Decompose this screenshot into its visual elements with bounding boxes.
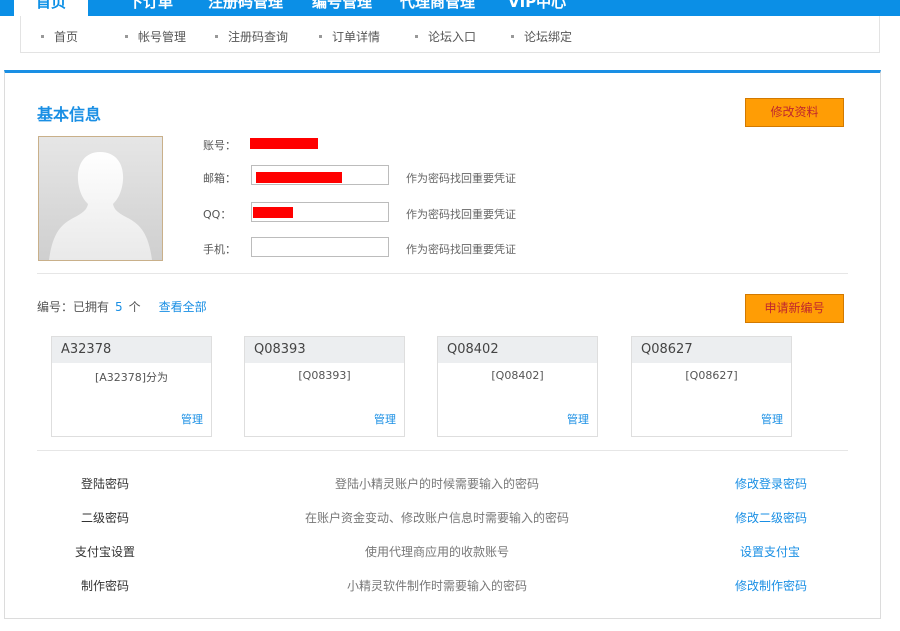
account-label: 账号： (203, 139, 236, 152)
user-silhouette-icon (49, 152, 152, 260)
bullet-icon (125, 35, 128, 38)
subnav-label: 首页 (54, 30, 79, 44)
number-card-desc: [Q08393] (298, 369, 351, 382)
password-row-make: 制作密码 小精灵软件制作时需要输入的密码 修改制作密码 (37, 577, 847, 599)
account-value-redacted (250, 138, 318, 149)
subnav-label: 订单详情 (332, 30, 381, 44)
section-title-basic-info: 基本信息 (37, 105, 102, 124)
password-row-desc: 使用代理商应用的收款账号 (364, 545, 509, 559)
password-row-desc: 登陆小精灵账户的时候需要输入的密码 (334, 477, 539, 491)
password-row-secondary: 二级密码 在账户资金变动、修改账户信息时需要输入的密码 修改二级密码 (37, 509, 847, 531)
number-card-id: Q08402 (438, 337, 597, 363)
password-row-desc: 在账户资金变动、修改账户信息时需要输入的密码 (304, 511, 569, 525)
number-card-id: A32378 (52, 337, 211, 363)
number-card-desc: [Q08627] (685, 369, 738, 382)
set-alipay-link[interactable]: 设置支付宝 (740, 543, 800, 560)
number-card-desc: [A32378]分为 (94, 371, 169, 384)
view-all-link[interactable]: 查看全部 (159, 300, 207, 314)
bullet-icon (415, 35, 418, 38)
password-row-name: 制作密码 (81, 579, 130, 593)
top-tab-vip-center[interactable]: VIP中心 (508, 0, 566, 16)
subnav-item-account[interactable]: 帐号管理 (125, 28, 186, 45)
top-tab-home[interactable]: 首页 (14, 0, 89, 16)
bullet-icon (41, 35, 44, 38)
subnav-item-regcode-query[interactable]: 注册码查询 (215, 28, 288, 45)
phone-label: 手机： (203, 243, 236, 256)
email-label: 邮箱： (203, 172, 236, 185)
bullet-icon (215, 35, 218, 38)
number-card: Q08627 [Q08627] 管理 (631, 336, 792, 437)
password-row-name: 支付宝设置 (75, 545, 136, 559)
subnav-label: 论坛绑定 (524, 30, 573, 44)
qq-label: QQ： (203, 208, 232, 221)
phone-hint: 作为密码找回重要凭证 (406, 243, 516, 256)
password-row-name: 登陆密码 (81, 477, 130, 491)
number-card-id: Q08393 (245, 337, 404, 363)
codes-prefix: 编号：已拥有 (37, 300, 110, 314)
number-card: Q08402 [Q08402] 管理 (437, 336, 598, 437)
divider (37, 273, 848, 274)
avatar[interactable] (38, 136, 163, 261)
sub-nav: 首页 帐号管理 注册码查询 订单详情 论坛入口 论坛绑定 (20, 16, 880, 53)
password-row-alipay: 支付宝设置 使用代理商应用的收款账号 设置支付宝 (37, 543, 847, 565)
edit-profile-button[interactable]: 修改资料 (745, 98, 844, 127)
number-card-manage-link[interactable]: 管理 (567, 411, 589, 427)
change-make-password-link[interactable]: 修改制作密码 (735, 577, 807, 594)
subnav-item-home[interactable]: 首页 (41, 28, 78, 45)
password-row-name: 二级密码 (81, 511, 130, 525)
top-tab-place-order[interactable]: 下订单 (128, 0, 173, 16)
subnav-label: 帐号管理 (138, 30, 187, 44)
codes-summary: 编号：已拥有 5 个 查看全部 (37, 298, 207, 315)
divider (37, 450, 848, 451)
top-tab-number-manage[interactable]: 编号管理 (312, 0, 372, 16)
password-row-login: 登陆密码 登陆小精灵账户的时候需要输入的密码 修改登录密码 (37, 475, 847, 497)
number-card-id: Q08627 (632, 337, 791, 363)
subnav-item-order-detail[interactable]: 订单详情 (319, 28, 380, 45)
top-tab-agent-manage[interactable]: 代理商管理 (400, 0, 475, 16)
change-login-password-link[interactable]: 修改登录密码 (735, 475, 807, 492)
subnav-label: 论坛入口 (428, 30, 477, 44)
qq-field[interactable] (251, 202, 389, 222)
number-card: A32378 [A32378]分为 管理 (51, 336, 212, 437)
phone-field[interactable] (251, 237, 389, 257)
email-field[interactable] (251, 165, 389, 185)
codes-suffix: 个 (128, 300, 141, 314)
subnav-label: 注册码查询 (228, 30, 289, 44)
number-card-manage-link[interactable]: 管理 (181, 411, 203, 427)
top-tab-regcode-manage[interactable]: 注册码管理 (208, 0, 283, 16)
apply-new-number-button[interactable]: 申请新编号 (745, 294, 844, 323)
bullet-icon (511, 35, 514, 38)
email-hint: 作为密码找回重要凭证 (406, 172, 516, 185)
codes-count: 5 (115, 300, 123, 314)
top-nav: 首页 下订单 注册码管理 编号管理 代理商管理 VIP中心 (0, 0, 900, 16)
number-card: Q08393 [Q08393] 管理 (244, 336, 405, 437)
email-value-redacted (256, 172, 342, 183)
qq-hint: 作为密码找回重要凭证 (406, 208, 516, 221)
qq-value-redacted (253, 207, 293, 218)
subnav-item-forum-entry[interactable]: 论坛入口 (415, 28, 476, 45)
change-secondary-password-link[interactable]: 修改二级密码 (735, 509, 807, 526)
subnav-item-forum-bind[interactable]: 论坛绑定 (511, 28, 572, 45)
number-card-manage-link[interactable]: 管理 (761, 411, 783, 427)
number-card-manage-link[interactable]: 管理 (374, 411, 396, 427)
number-card-desc: [Q08402] (491, 369, 544, 382)
bullet-icon (319, 35, 322, 38)
password-row-desc: 小精灵软件制作时需要输入的密码 (346, 579, 527, 593)
